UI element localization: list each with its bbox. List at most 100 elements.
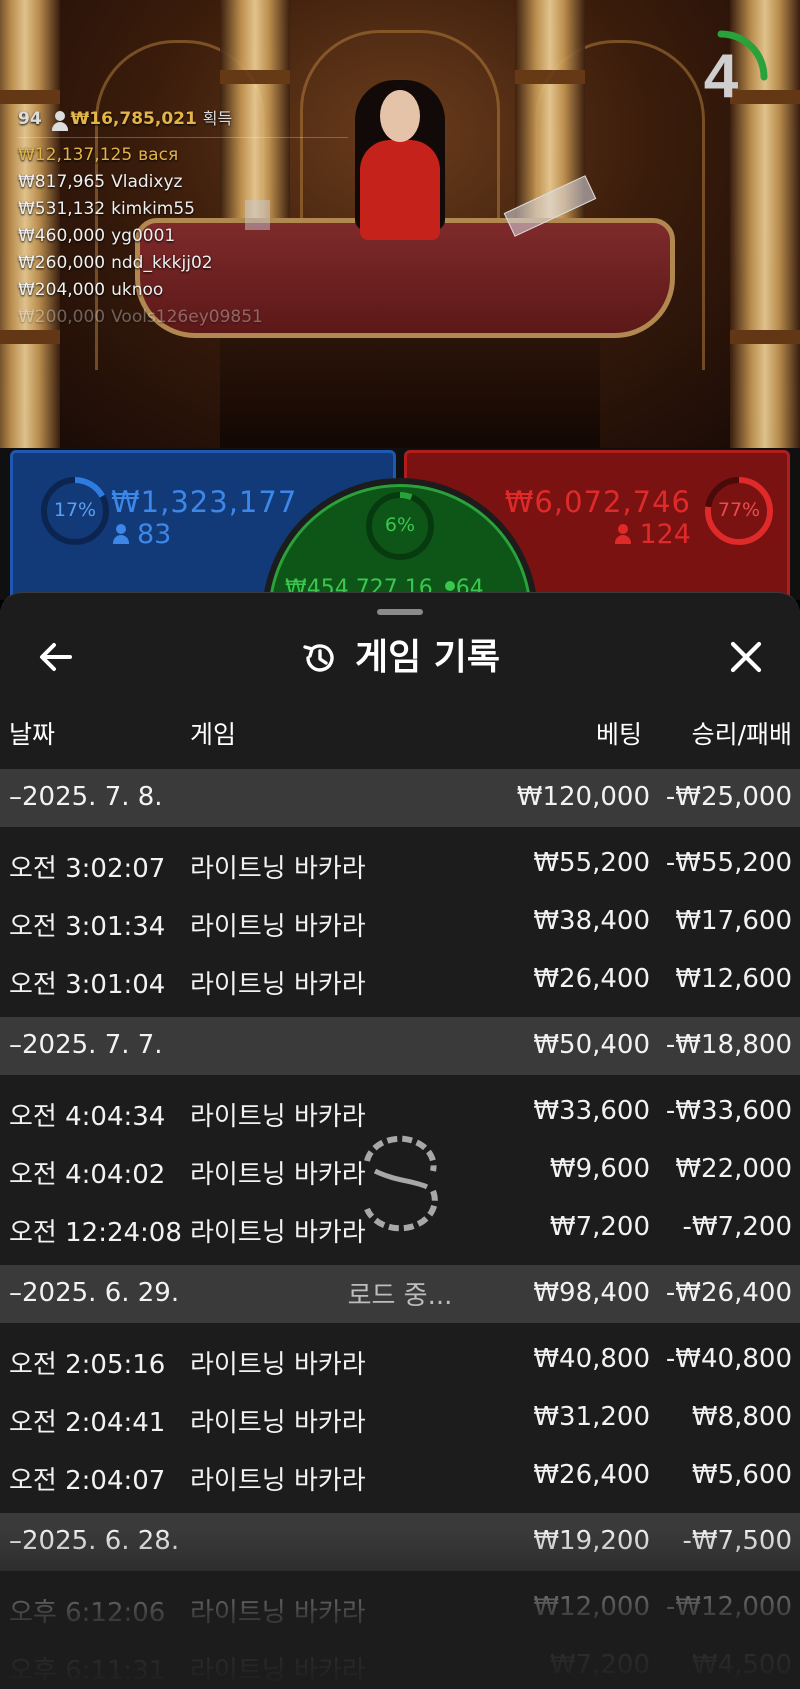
loading-spinner-icon	[364, 1135, 438, 1232]
date-group-row[interactable]: –2025. 7. 8. ₩120,000 -₩25,000	[0, 769, 800, 827]
close-icon	[730, 641, 762, 673]
group-result-total: -₩26,400	[665, 1278, 792, 1308]
winner-amount: ₩817,965	[18, 172, 106, 192]
win-loss-amount: -₩7,200	[682, 1212, 792, 1242]
history-icon	[303, 644, 334, 672]
timer-value: 4	[703, 42, 739, 111]
round-time: 오전 4:04:34	[9, 1102, 166, 1132]
history-row[interactable]: 오전 3:02:07 라이트닝 바카라 ₩55,200 -₩55,200	[0, 835, 800, 893]
winners-label: 획득	[202, 109, 233, 128]
history-row[interactable]: 오전 2:05:16 라이트닝 바카라 ₩40,800 -₩40,800	[0, 1331, 800, 1389]
history-row[interactable]: 오후 6:12:06 라이트닝 바카라 ₩12,000 -₩12,000	[0, 1579, 800, 1637]
winner-amount: ₩204,000	[18, 280, 106, 300]
history-row[interactable]: 오전 2:04:41 라이트닝 바카라 ₩31,200 ₩8,800	[0, 1389, 800, 1447]
page-title: 게임 기록	[355, 637, 501, 678]
group-date: –2025. 6. 28.	[9, 1526, 180, 1556]
win-loss-amount: ₩17,600	[675, 906, 792, 936]
win-loss-amount: -₩33,600	[665, 1096, 792, 1126]
winners-total: ₩16,785,021	[70, 109, 197, 129]
history-row[interactable]: 오전 3:01:34 라이트닝 바카라 ₩38,400 ₩17,600	[0, 893, 800, 951]
group-result-total: -₩7,500	[682, 1526, 792, 1556]
bet-amount: ₩7,200	[549, 1650, 650, 1680]
person-icon	[615, 524, 632, 544]
winner-row: ₩12,137,125 вася	[18, 145, 348, 165]
round-time: 오전 4:04:02	[9, 1160, 166, 1190]
bet-amount: ₩26,400	[533, 1460, 650, 1490]
group-date: –2025. 7. 7.	[9, 1030, 163, 1060]
date-group-row[interactable]: –2025. 6. 28. ₩19,200 -₩7,500	[0, 1513, 800, 1571]
back-button[interactable]	[34, 635, 78, 679]
group-bet-total: ₩19,200	[533, 1526, 650, 1556]
loading-text: 로드 중...	[347, 1281, 453, 1311]
group-result-total: -₩18,800	[665, 1030, 792, 1060]
round-time: 오전 3:02:07	[9, 854, 166, 884]
winner-row: ₩260,000 ndd_kkkjj02	[18, 253, 348, 273]
winners-count: 94	[18, 109, 42, 129]
divider	[18, 137, 348, 138]
history-row[interactable]: 오전 2:04:07 라이트닝 바카라 ₩26,400 ₩5,600	[0, 1447, 800, 1505]
game-history-panel: 게임 기록 날짜 게임 베팅 승리/패배 –2025. 7. 8. ₩120,00…	[0, 592, 800, 1689]
banker-bettor-count: 124	[615, 519, 691, 550]
round-time: 오전 2:04:07	[9, 1466, 166, 1496]
winner-name: Vools126ey09851	[111, 307, 263, 327]
win-loss-amount: ₩12,600	[675, 964, 792, 994]
bet-amount: ₩38,400	[533, 906, 650, 936]
winner-row: ₩204,000 uknoo	[18, 280, 348, 300]
winner-amount: ₩260,000	[18, 253, 106, 273]
winner-name: kimkim55	[111, 199, 195, 219]
drag-handle[interactable]	[377, 609, 423, 615]
col-game: 게임	[190, 720, 237, 749]
game-name: 라이트닝 바카라	[190, 1656, 366, 1686]
win-loss-amount: ₩22,000	[675, 1154, 792, 1184]
game-name: 라이트닝 바카라	[190, 1350, 366, 1380]
winner-name: Vladixyz	[111, 172, 183, 192]
win-loss-amount: ₩8,800	[691, 1402, 792, 1432]
round-timer: 4	[672, 28, 770, 126]
panel-header: 게임 기록	[0, 623, 800, 693]
bet-stats-bar: 17% ₩1,323,177 83 77% ₩6,072,746 124 6% …	[0, 448, 800, 754]
col-bet: 베팅	[595, 720, 642, 749]
win-loss-amount: -₩40,800	[665, 1344, 792, 1374]
banker-percent: 77%	[717, 499, 761, 521]
player-bettor-count: 83	[113, 519, 171, 550]
game-name: 라이트닝 바카라	[190, 1160, 366, 1190]
history-row[interactable]: 오후 6:11:31 라이트닝 바카라 ₩7,200 ₩4,500	[0, 1637, 800, 1689]
group-bet-total: ₩50,400	[533, 1030, 650, 1060]
game-name: 라이트닝 바카라	[190, 1408, 366, 1438]
winner-name: yg0001	[111, 226, 176, 246]
winner-row: ₩531,132 kimkim55	[18, 199, 348, 219]
group-date: –2025. 6. 29.	[9, 1278, 180, 1308]
dealer-body	[360, 140, 440, 240]
game-name: 라이트닝 바카라	[190, 1598, 366, 1628]
history-row[interactable]: 오전 3:01:04 라이트닝 바카라 ₩26,400 ₩12,600	[0, 951, 800, 1009]
winner-amount: ₩460,000	[18, 226, 106, 246]
win-loss-amount: ₩5,600	[691, 1460, 792, 1490]
winner-name: ndd_kkkjj02	[111, 253, 213, 273]
round-time: 오후 6:11:31	[9, 1656, 166, 1686]
round-time: 오전 12:24:08	[9, 1218, 182, 1248]
banker-bet-amount: ₩6,072,746	[504, 485, 691, 519]
panel-title-wrap: 게임 기록	[0, 623, 800, 693]
col-date: 날짜	[9, 720, 56, 749]
winner-name: uknoo	[111, 280, 164, 300]
bet-amount: ₩12,000	[533, 1592, 650, 1622]
win-loss-amount: -₩55,200	[665, 848, 792, 878]
game-name: 라이트닝 바카라	[190, 1218, 366, 1248]
winner-row: ₩817,965 Vladixyz	[18, 172, 348, 192]
bet-amount: ₩7,200	[549, 1212, 650, 1242]
tie-percent: 6%	[384, 514, 416, 536]
player-percent: 17%	[53, 499, 97, 521]
group-bet-total: ₩98,400	[533, 1278, 650, 1308]
group-bet-total: ₩120,000	[516, 782, 650, 812]
dealer-face	[380, 90, 420, 142]
winner-amount: ₩200,000	[18, 307, 106, 327]
close-button[interactable]	[724, 635, 768, 679]
table-header: 날짜 게임 베팅 승리/패배	[0, 715, 800, 751]
arrow-left-icon	[40, 643, 72, 671]
bet-amount: ₩9,600	[549, 1154, 650, 1184]
bet-amount: ₩26,400	[533, 964, 650, 994]
player-bet-amount: ₩1,323,177	[111, 485, 298, 519]
date-group-row[interactable]: –2025. 7. 7. ₩50,400 -₩18,800	[0, 1017, 800, 1075]
winner-row: ₩200,000 Vools126ey09851	[18, 307, 348, 327]
bet-amount: ₩33,600	[533, 1096, 650, 1126]
